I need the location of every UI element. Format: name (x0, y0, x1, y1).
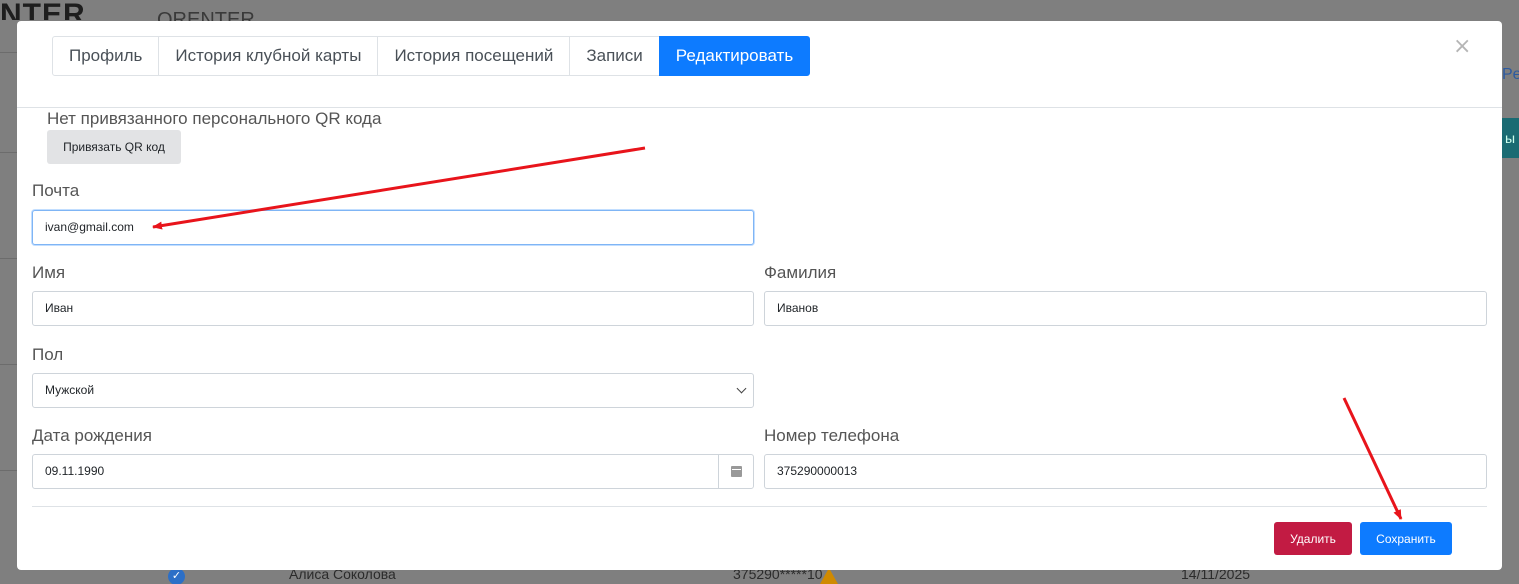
warning-icon (820, 568, 838, 584)
sidebar-divider (0, 52, 17, 53)
date-picker-button[interactable] (718, 455, 753, 488)
tab-club-card-history[interactable]: История клубной карты (158, 36, 379, 76)
first-name-label: Имя (32, 263, 66, 282)
gender-select[interactable]: Мужской (32, 373, 754, 408)
sidebar-divider (0, 258, 17, 259)
check-icon: ✓ (168, 568, 185, 584)
tab-bar: Профиль История клубной карты История по… (52, 36, 811, 76)
phone-field[interactable]: 375290000013 (764, 454, 1487, 489)
modal-header: Профиль История клубной карты История по… (17, 21, 1502, 108)
email-value: ivan@gmail.com (45, 220, 134, 234)
email-label: Почта (32, 181, 80, 200)
footer-divider (32, 506, 1487, 507)
background-link: Pe (1502, 66, 1519, 83)
email-field[interactable]: ivan@gmail.com (32, 210, 754, 245)
edit-client-modal: Профиль История клубной карты История по… (17, 21, 1502, 570)
sidebar-divider (0, 152, 17, 153)
birth-date-value: 09.11.1990 (45, 464, 105, 478)
last-name-field[interactable]: Иванов (764, 291, 1487, 326)
bind-qr-button[interactable]: Привязать QR код (47, 130, 181, 164)
close-icon[interactable]: × (1453, 35, 1471, 59)
sidebar-divider (0, 364, 17, 365)
last-name-label: Фамилия (764, 263, 837, 282)
background-teal-button: ы (1502, 118, 1519, 158)
app-logo: NTER (0, 0, 86, 20)
app-title: QRENTER (157, 9, 255, 21)
calendar-icon (730, 466, 742, 477)
tab-bookings[interactable]: Записи (569, 36, 660, 76)
first-name-value: Иван (45, 301, 74, 315)
qr-status-text: Нет привязанного персонального QR кода (47, 109, 382, 128)
tab-edit[interactable]: Редактировать (658, 36, 811, 76)
sidebar-divider (0, 470, 17, 471)
chevron-down-icon (736, 383, 747, 394)
tab-profile[interactable]: Профиль (52, 36, 160, 76)
first-name-field[interactable]: Иван (32, 291, 754, 326)
birth-date-field[interactable]: 09.11.1990 (32, 454, 754, 489)
gender-value: Мужской (45, 383, 95, 397)
phone-value: 375290000013 (777, 464, 858, 478)
phone-label: Номер телефона (764, 426, 900, 445)
save-button[interactable]: Сохранить (1360, 522, 1452, 555)
delete-button[interactable]: Удалить (1274, 522, 1352, 555)
tab-visit-history[interactable]: История посещений (377, 36, 571, 76)
birth-date-label: Дата рождения (32, 426, 152, 445)
last-name-value: Иванов (777, 301, 819, 315)
gender-label: Пол (32, 345, 64, 364)
